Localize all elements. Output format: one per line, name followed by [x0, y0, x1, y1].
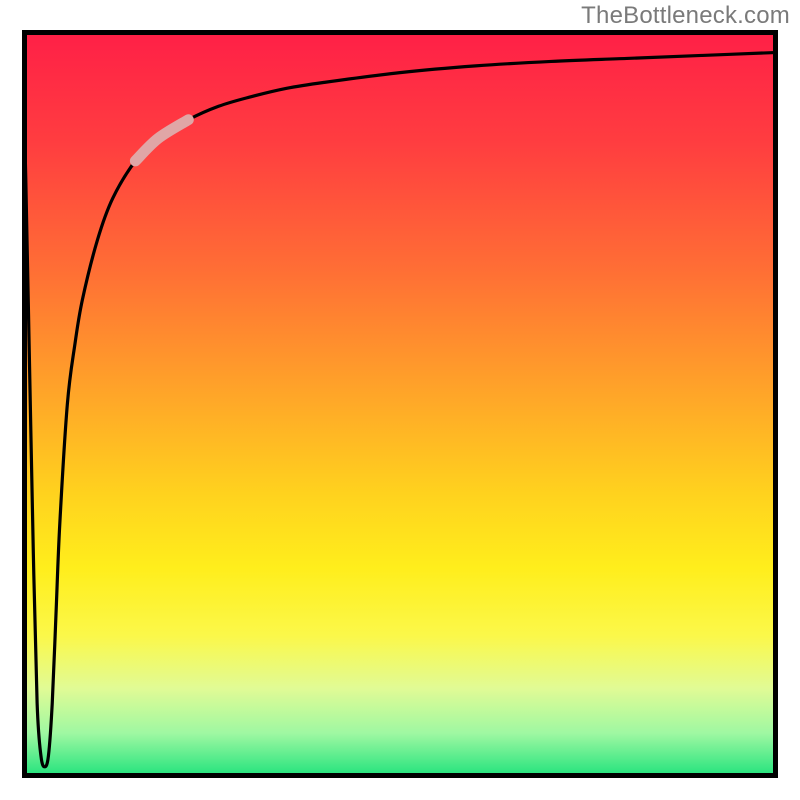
- plot-area: [22, 30, 778, 778]
- watermark-text: TheBottleneck.com: [581, 2, 790, 30]
- plot-background-gradient: [22, 30, 778, 778]
